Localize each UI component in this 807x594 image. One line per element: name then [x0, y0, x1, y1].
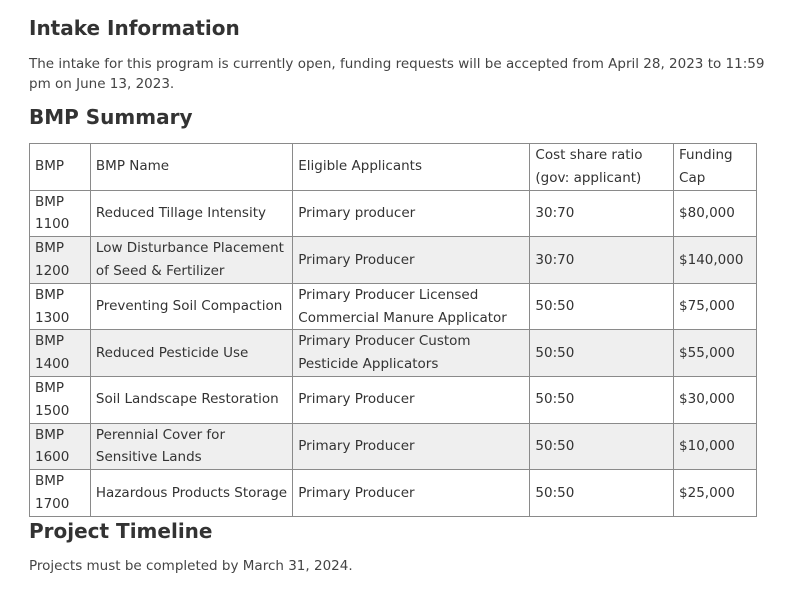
project-timeline-text: Projects must be completed by March 31, …: [29, 557, 353, 574]
cell-funding-cap: $25,000: [673, 469, 757, 517]
header-funding-cap: Funding Cap: [673, 143, 757, 191]
bmp-summary-heading: BMP Summary: [29, 105, 193, 129]
cell-ratio: 50:50: [529, 422, 675, 471]
cell-bmp: BMP 1500: [29, 375, 91, 424]
table-row: BMP 1300 Preventing Soil Compaction Prim…: [29, 282, 757, 331]
cell-funding-cap: $140,000: [673, 236, 757, 284]
main-content: Intake Information The intake for this p…: [29, 0, 769, 576]
table-row: BMP 1400 Reduced Pesticide Use Primary P…: [29, 329, 757, 377]
cell-funding-cap: $30,000: [673, 375, 757, 424]
cell-ratio: 50:50: [529, 282, 675, 331]
cell-funding-cap: $80,000: [673, 189, 757, 238]
cell-bmp-name: Hazardous Products Storage: [89, 469, 294, 517]
cell-funding-cap: $10,000: [673, 422, 757, 471]
cell-ratio: 50:50: [529, 375, 675, 424]
bmp-summary-table: BMP BMP Name Eligible Applicants Cost sh…: [29, 143, 757, 517]
header-bmp: BMP: [29, 143, 91, 191]
header-eligible-applicants: Eligible Applicants: [292, 143, 531, 191]
cell-bmp-name: Soil Landscape Restoration: [89, 375, 294, 424]
cell-bmp-name: Reduced Tillage Intensity: [89, 189, 294, 238]
project-timeline-heading: Project Timeline: [29, 518, 213, 543]
cell-bmp: BMP 1600: [29, 422, 91, 471]
cell-applicants: Primary Producer Custom Pesticide Applic…: [292, 329, 531, 377]
cell-bmp: BMP 1400: [29, 329, 91, 377]
table-row: BMP 1700 Hazardous Products Storage Prim…: [29, 469, 757, 517]
cell-funding-cap: $55,000: [673, 329, 757, 377]
cell-bmp-name: Perennial Cover for Sensitive Lands: [89, 422, 294, 471]
header-bmp-name: BMP Name: [89, 143, 294, 191]
cell-bmp: BMP 1300: [29, 282, 91, 331]
cell-funding-cap: $75,000: [673, 282, 757, 331]
table-row: BMP 1600 Perennial Cover for Sensitive L…: [29, 422, 757, 471]
cell-ratio: 30:70: [529, 189, 675, 238]
cell-ratio: 30:70: [529, 236, 675, 284]
header-cost-share-ratio: Cost share ratio (gov: applicant): [529, 143, 675, 191]
cell-applicants: Primary Producer: [292, 469, 531, 517]
cell-applicants: Primary producer: [292, 189, 531, 238]
table-row: BMP 1200 Low Disturbance Placement of Se…: [29, 236, 757, 284]
cell-bmp-name: Preventing Soil Compaction: [89, 282, 294, 331]
intake-text: The intake for this program is currently…: [29, 56, 765, 92]
cell-applicants: Primary Producer: [292, 422, 531, 471]
cell-ratio: 50:50: [529, 469, 675, 517]
table-row: BMP 1500 Soil Landscape Restoration Prim…: [29, 375, 757, 424]
cell-applicants: Primary Producer: [292, 375, 531, 424]
table-body: BMP 1100 Reduced Tillage Intensity Prima…: [29, 189, 757, 517]
intake-heading: Intake Information: [29, 16, 240, 40]
table-row: BMP 1100 Reduced Tillage Intensity Prima…: [29, 189, 757, 238]
cell-applicants: Primary Producer Licensed Commercial Man…: [292, 282, 531, 331]
table-header-row: BMP BMP Name Eligible Applicants Cost sh…: [29, 143, 757, 191]
cell-ratio: 50:50: [529, 329, 675, 377]
cell-applicants: Primary Producer: [292, 236, 531, 284]
cell-bmp: BMP 1100: [29, 189, 91, 238]
cell-bmp-name: Low Disturbance Placement of Seed & Fert…: [89, 236, 294, 284]
cell-bmp-name: Reduced Pesticide Use: [89, 329, 294, 377]
cell-bmp: BMP 1200: [29, 236, 91, 284]
cell-bmp: BMP 1700: [29, 469, 91, 517]
